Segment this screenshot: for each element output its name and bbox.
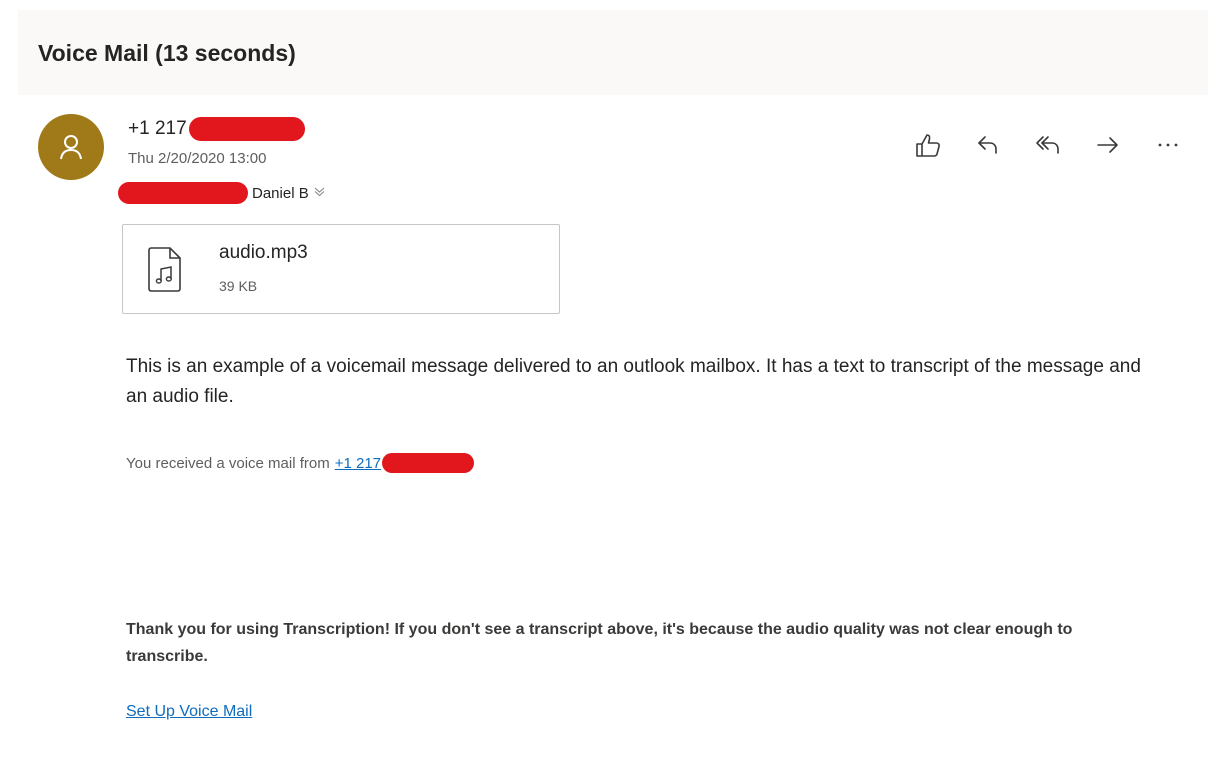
more-actions-button[interactable] [1152, 129, 1184, 161]
sender-number: +1 217 [128, 118, 187, 139]
message-body: This is an example of a voicemail messag… [126, 356, 1141, 407]
redaction-mark [118, 182, 248, 204]
reply-all-button[interactable] [1032, 129, 1064, 161]
attachment-name: audio.mp3 [219, 242, 308, 263]
received-prefix: You received a voice mail from [126, 454, 330, 472]
person-icon [60, 135, 82, 160]
message-actions [912, 129, 1184, 161]
like-button[interactable] [912, 129, 944, 161]
caller-number-link[interactable]: +1 217 [334, 453, 475, 473]
chevron-down-icon[interactable] [314, 186, 325, 200]
message-card: +1 217 Thu 2/20/2020 13:00 Daniel B audi… [18, 95, 1208, 765]
recipient-line[interactable]: Daniel B [118, 182, 325, 204]
attachment-size: 39 KB [219, 278, 258, 294]
caller-number-text: +1 217 [334, 454, 382, 472]
sender-avatar[interactable] [38, 114, 104, 180]
received-line: You received a voice mail from +1 217 [126, 453, 475, 473]
redaction-mark [382, 453, 475, 473]
attachment-card[interactable]: audio.mp3 39 KB [122, 224, 560, 314]
forward-button[interactable] [1092, 129, 1124, 161]
setup-voicemail-link[interactable]: Set Up Voice Mail [126, 703, 252, 721]
sent-date: Thu 2/20/2020 13:00 [128, 150, 267, 167]
forward-icon [1097, 137, 1118, 153]
more-icon [1158, 143, 1178, 147]
recipient-name: Daniel B [252, 184, 309, 202]
thumbs-up-icon [916, 134, 940, 157]
audio-file-icon [148, 247, 181, 292]
reply-icon [978, 136, 997, 154]
redaction-mark [188, 117, 305, 141]
transcription-note: Thank you for using Transcription! If yo… [126, 621, 1073, 665]
sender-name[interactable]: +1 217 [128, 117, 305, 141]
subject-header: Voice Mail (13 seconds) [18, 10, 1208, 96]
email-subject: Voice Mail (13 seconds) [38, 40, 296, 66]
reply-button[interactable] [972, 129, 1004, 161]
reply-all-icon [1036, 136, 1059, 154]
